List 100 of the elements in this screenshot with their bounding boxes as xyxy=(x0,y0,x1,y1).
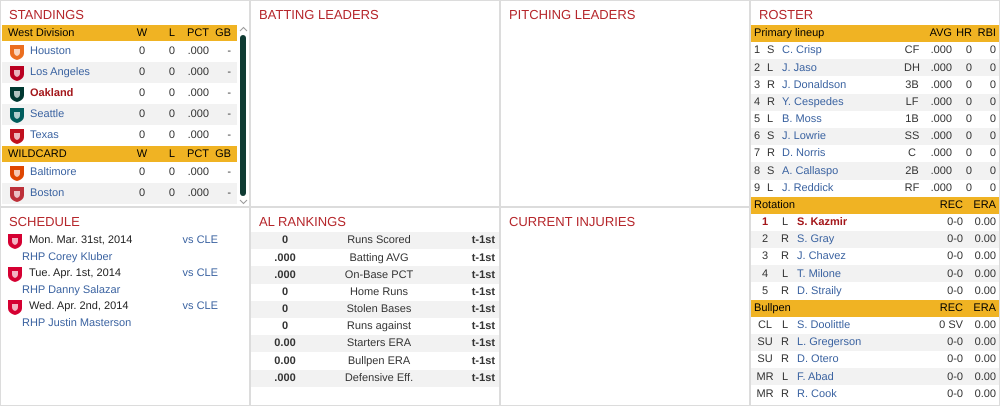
player-name[interactable]: D. Norris xyxy=(782,145,902,162)
team-name[interactable]: Houston xyxy=(30,43,131,60)
lineup-row[interactable]: 8 S A. Callaspo 2B .000 0 0 xyxy=(751,162,999,180)
lineup-row[interactable]: 2 L J. Jaso DH .000 0 0 xyxy=(751,59,999,76)
table-cell-text: 0 xyxy=(988,94,996,110)
scrollbar[interactable] xyxy=(237,25,249,206)
table-cell-text: 0 xyxy=(988,112,996,128)
player-name[interactable]: D. Otero xyxy=(794,351,923,368)
table-cell-text: 1 xyxy=(754,43,762,58)
table-cell-text: .000 xyxy=(930,60,952,76)
pitcher-row[interactable]: MR L F. Abad 0-0 0.00 xyxy=(751,368,999,386)
table-cell-text: 0 xyxy=(168,107,175,122)
table-cell-text: Stolen Bases xyxy=(346,302,412,318)
column-header: REC xyxy=(938,300,963,316)
pitcher-link[interactable]: RHP Justin Masterson xyxy=(22,317,132,329)
table-cell-text: 1B xyxy=(904,112,920,128)
table-cell-text: t-1st xyxy=(470,268,496,283)
table-cell-text: 0-0 xyxy=(946,266,963,282)
standings-row[interactable]: Boston 0 0 .000 - xyxy=(2,183,237,204)
table-cell-text: t-1st xyxy=(470,250,496,266)
table-cell-text: .000 xyxy=(186,65,209,80)
team-name[interactable]: Texas xyxy=(30,127,131,144)
table-cell-text: - xyxy=(226,128,231,144)
table-cell-text: .000 xyxy=(273,250,297,266)
pitcher-row[interactable]: SU R L. Gregerson 0-0 0.00 xyxy=(751,334,999,351)
standings-row[interactable]: Seattle 0 0 .000 - xyxy=(2,104,237,125)
opponent-link[interactable]: vs CLE xyxy=(182,298,244,315)
table-cell-text: R xyxy=(767,146,776,162)
table-cell-text: 0 xyxy=(168,65,175,80)
lineup-row[interactable]: 7 R D. Norris C .000 0 0 xyxy=(751,145,999,162)
panel-title: AL RANKINGS xyxy=(258,213,347,231)
player-name[interactable]: A. Callaspo xyxy=(782,162,902,180)
table-cell-text: - xyxy=(226,44,231,60)
table-cell-text: .000 xyxy=(930,78,952,93)
table-cell-text: 0 xyxy=(964,60,972,76)
table-cell-text: 2B xyxy=(904,164,920,179)
team-name[interactable]: Oakland xyxy=(30,85,131,102)
table-cell-text: L xyxy=(767,180,774,196)
pitcher-link[interactable]: RHP Danny Salazar xyxy=(22,284,120,296)
section-label: Rotation xyxy=(754,198,796,213)
player-name[interactable]: S. Gray xyxy=(794,231,923,248)
player-name[interactable]: F. Abad xyxy=(794,368,923,386)
team-name[interactable]: Boston xyxy=(30,185,131,202)
table-cell-text: .000 xyxy=(186,165,209,180)
standings-row[interactable]: Los Angeles 0 0 .000 - xyxy=(2,62,237,83)
column-header: PCT xyxy=(186,26,209,41)
table-cell-text: S xyxy=(767,43,776,58)
player-name[interactable]: B. Moss xyxy=(782,111,902,128)
table-cell-text: .000 xyxy=(186,107,209,122)
player-name[interactable]: D. Straily xyxy=(794,282,923,300)
table-cell-text: t-1st xyxy=(470,302,496,318)
scroll-thumb[interactable] xyxy=(240,35,246,196)
pitcher-row[interactable]: 3 R J. Chavez 0-0 0.00 xyxy=(751,248,999,266)
table-cell-text: Batting AVG xyxy=(348,250,410,266)
table-cell-text: t-1st xyxy=(470,370,496,386)
player-name[interactable]: J. Lowrie xyxy=(782,128,902,145)
player-name[interactable]: L. Gregerson xyxy=(794,334,923,351)
pitcher-row[interactable]: 2 R S. Gray 0-0 0.00 xyxy=(751,230,999,248)
table-cell-text: 0 xyxy=(988,129,996,144)
player-name[interactable]: S. Doolittle xyxy=(794,316,923,334)
table-cell-text: 2 xyxy=(754,60,762,76)
pitcher-row[interactable]: 4 L T. Milone 0-0 0.00 xyxy=(751,265,999,282)
table-cell-text: t-1st xyxy=(470,336,496,352)
scroll-down-icon[interactable] xyxy=(238,199,248,205)
table-cell-text: 0 xyxy=(280,302,290,318)
team-name[interactable]: Baltimore xyxy=(30,164,131,181)
player-name[interactable]: J. Chavez xyxy=(794,248,923,265)
table-cell-text: 4 xyxy=(760,266,770,282)
table-cell-text: Bullpen ERA xyxy=(346,354,412,369)
scroll-up-icon[interactable] xyxy=(238,26,248,32)
table-cell-text: R xyxy=(780,284,790,299)
table-cell-text: 0 xyxy=(138,186,146,202)
table-cell-text: Home Runs xyxy=(348,284,410,300)
team-name[interactable]: Los Angeles xyxy=(30,64,131,81)
table-cell-text: R xyxy=(780,352,790,368)
team-name[interactable]: Seattle xyxy=(30,106,131,123)
player-name[interactable]: J. Jaso xyxy=(782,60,902,76)
player-name[interactable]: J. Donaldson xyxy=(782,76,902,94)
column-header: L xyxy=(168,26,175,41)
player-name[interactable]: T. Milone xyxy=(794,266,923,282)
opponent-link[interactable]: vs CLE xyxy=(182,265,244,282)
table-cell-text: - xyxy=(226,186,231,202)
player-name[interactable]: J. Reddick xyxy=(782,180,902,196)
table-cell-text: .000 xyxy=(186,44,209,60)
table-cell-text: 0 xyxy=(988,164,996,179)
player-name[interactable]: R. Cook xyxy=(794,386,923,402)
player-name[interactable]: C. Crisp xyxy=(782,42,902,59)
lineup-row[interactable]: 6 S J. Lowrie SS .000 0 0 xyxy=(751,128,999,146)
table-cell-text: 0 xyxy=(964,180,972,196)
table-cell-text: 8 xyxy=(754,164,762,179)
pitcher-link[interactable]: RHP Corey Kluber xyxy=(22,251,112,263)
opponent-link[interactable]: vs CLE xyxy=(182,232,244,249)
player-name[interactable]: S. Kazmir xyxy=(794,214,923,231)
table-cell-text: 0 xyxy=(280,319,290,334)
player-name[interactable]: Y. Cespedes xyxy=(782,94,902,110)
table-cell-text: 0.00 xyxy=(974,284,996,299)
column-header: W xyxy=(136,146,148,162)
panel-title: SCHEDULE xyxy=(8,213,81,231)
lineup-row[interactable]: 4 R Y. Cespedes LF .000 0 0 xyxy=(751,94,999,111)
table-cell-text: 0 xyxy=(168,44,175,60)
